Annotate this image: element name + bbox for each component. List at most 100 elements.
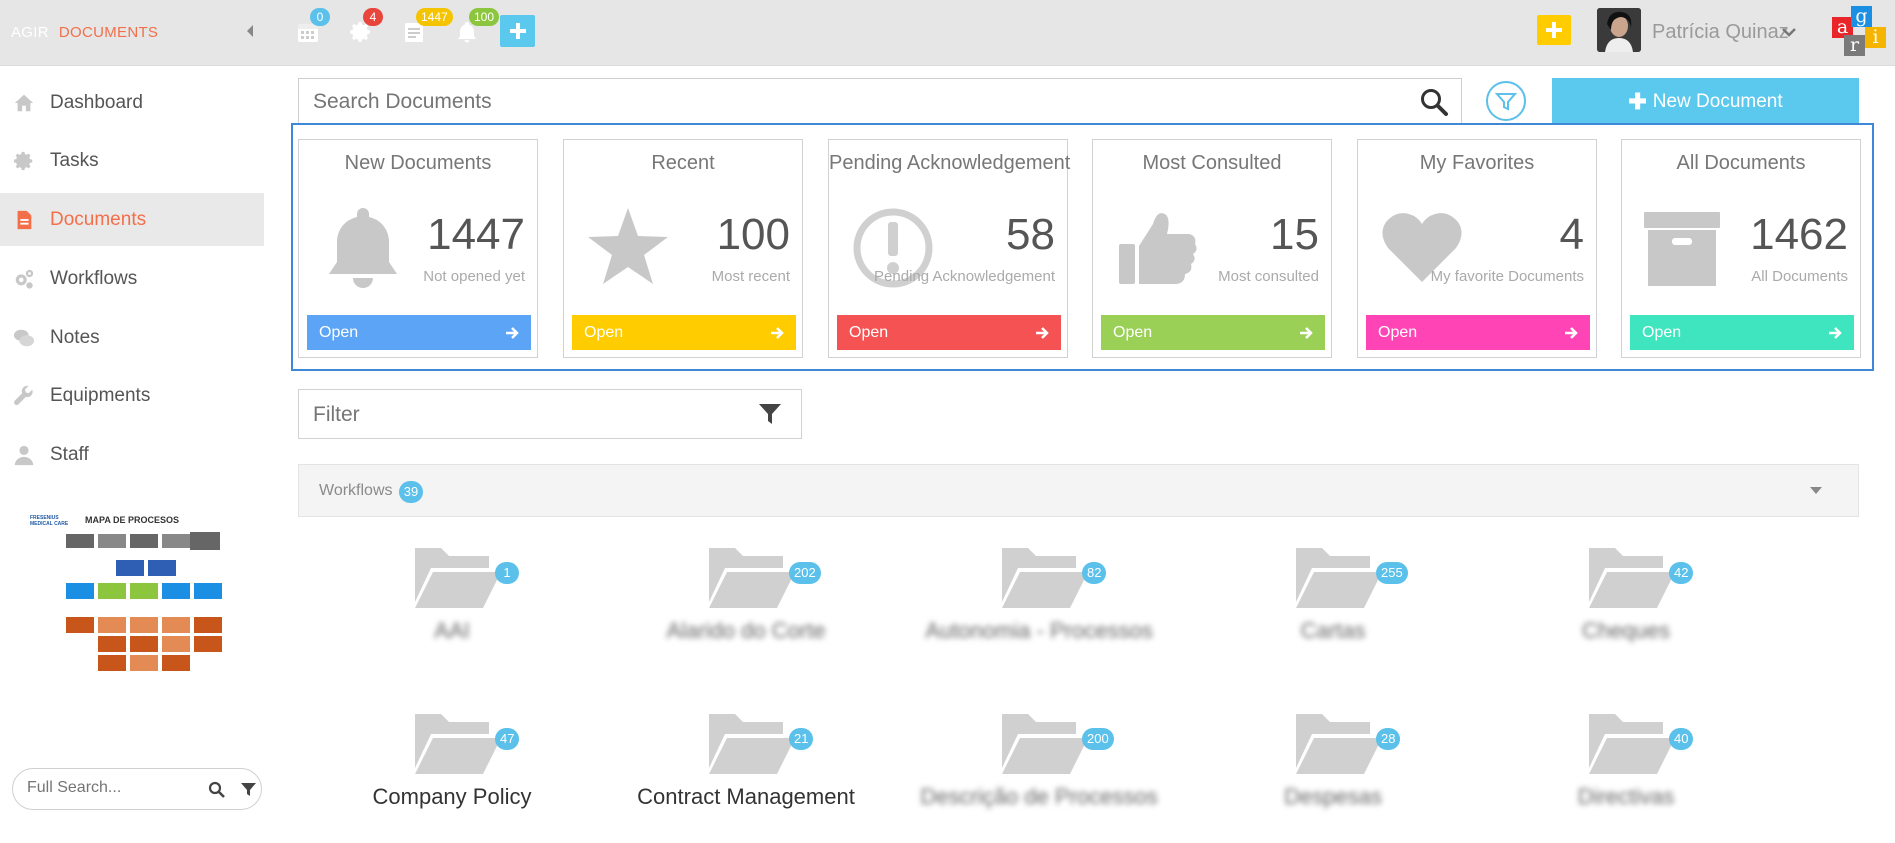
notifications-badge: 100: [469, 8, 500, 26]
full-search-input[interactable]: [27, 779, 187, 797]
calendar-button[interactable]: 0: [296, 8, 330, 46]
folder-name: AAI: [434, 618, 470, 643]
process-box: [66, 617, 94, 633]
caret-down-icon: [1810, 487, 1822, 494]
card-subtitle: Not opened yet: [423, 268, 525, 285]
folder-item[interactable]: 40 Directivas: [1506, 708, 1746, 838]
card-open-button[interactable]: Open: [1630, 315, 1854, 350]
card-subtitle: Most recent: [711, 268, 790, 285]
quick-add-button[interactable]: [500, 15, 535, 47]
folder-name: Descrição de Processos: [920, 784, 1158, 809]
documents-button[interactable]: 1447: [402, 8, 453, 46]
star-icon: [584, 204, 672, 294]
logo-tile-r: r: [1844, 35, 1865, 56]
folder-item[interactable]: 28 Despesas: [1213, 708, 1453, 838]
sidebar-item-equipments[interactable]: Equipments: [0, 369, 264, 422]
card-my-favorites: My Favorites 4 My favorite Documents Ope…: [1357, 139, 1597, 358]
tasks-badge: 4: [363, 8, 383, 26]
folder-open-icon: [705, 708, 797, 778]
create-button[interactable]: [1537, 15, 1571, 45]
process-box: [130, 534, 158, 548]
process-box: [98, 617, 126, 633]
folder-name: Company Policy: [372, 784, 532, 809]
filter-icon[interactable]: [240, 781, 257, 798]
process-map-title: MAPA DE PROCESOS: [85, 515, 180, 525]
card-open-button[interactable]: Open: [572, 315, 796, 350]
folder-item-company-policy[interactable]: 47 Company Policy: [332, 708, 572, 838]
process-box: [194, 636, 222, 652]
sidebar-item-label: Notes: [50, 326, 100, 348]
card-title: My Favorites: [1419, 152, 1535, 174]
folder-item[interactable]: 82 Autonomia - Processos: [919, 542, 1159, 672]
new-document-label: New Document: [1652, 90, 1783, 112]
sidebar-item-staff[interactable]: Staff: [0, 428, 264, 481]
card-open-button[interactable]: Open: [837, 315, 1061, 350]
folder-item[interactable]: 255 Cartas: [1213, 542, 1453, 672]
process-box: [116, 560, 144, 576]
arrow-right-icon: [771, 327, 784, 339]
logo-tile-g: g: [1851, 6, 1872, 27]
tasks-button[interactable]: 4: [349, 8, 383, 46]
search-documents-input[interactable]: [313, 90, 1313, 114]
plus-icon: [1546, 22, 1562, 38]
card-new-documents: New Documents 1447 Not opened yet Open: [298, 139, 538, 358]
search-icon[interactable]: [208, 781, 226, 799]
folder-count-badge: 82: [1082, 562, 1107, 584]
folder-item-contract-management[interactable]: 21 Contract Management: [626, 708, 866, 838]
sidebar-item-tasks[interactable]: Tasks: [0, 134, 264, 187]
process-box: [162, 655, 190, 671]
sidebar-item-label: Staff: [50, 443, 89, 465]
card-open-button[interactable]: Open: [1101, 315, 1325, 350]
open-label: Open: [849, 323, 889, 341]
sidebar: Dashboard Tasks Documents Workflows Note…: [0, 66, 264, 843]
process-box: [162, 636, 190, 652]
folder-item[interactable]: 202 Alarido do Corte: [626, 542, 866, 672]
plus-icon: [509, 23, 526, 39]
comments-icon: [12, 326, 36, 350]
sidebar-collapse-button[interactable]: [244, 23, 256, 39]
search-icon[interactable]: [1419, 87, 1449, 117]
filter-icon[interactable]: [757, 401, 783, 427]
sidebar-item-dashboard[interactable]: Dashboard: [0, 76, 264, 129]
process-box: [66, 583, 94, 599]
process-map-thumbnail[interactable]: FRESENIUS MEDICAL CARE MAPA DE PROCESOS: [18, 515, 228, 675]
user-name[interactable]: Patrícia Quinaz: [1652, 21, 1789, 44]
folder-count-badge: 42: [1669, 562, 1694, 584]
user-photo-icon: [1597, 8, 1641, 52]
open-label: Open: [1378, 323, 1418, 341]
folder-item[interactable]: 1 AAI: [332, 542, 572, 672]
calendar-badge: 0: [310, 8, 330, 26]
card-title: Most Consulted: [1142, 152, 1282, 174]
new-document-button[interactable]: ✚ New Document: [1552, 78, 1859, 125]
folder-count-badge: 255: [1376, 562, 1408, 584]
folder-filter: [298, 389, 802, 439]
app-brand[interactable]: AGIR DOCUMENTS: [11, 24, 158, 41]
folder-filter-input[interactable]: [313, 403, 733, 427]
folder-count-badge: 28: [1376, 728, 1401, 750]
folder-name: Cartas: [1300, 618, 1366, 643]
card-open-button[interactable]: Open: [307, 315, 531, 350]
documents-badge: 1447: [416, 8, 453, 26]
card-title: Pending Acknowledgement: [829, 152, 1071, 174]
folder-item[interactable]: 42 Cheques: [1506, 542, 1746, 672]
sidebar-item-workflows[interactable]: Workflows: [0, 252, 264, 305]
folder-name: Despesas: [1284, 784, 1382, 809]
sidebar-item-notes[interactable]: Notes: [0, 311, 264, 364]
user-avatar[interactable]: [1597, 8, 1641, 52]
notifications-button[interactable]: 100: [455, 8, 500, 46]
process-map-brand: FRESENIUS MEDICAL CARE: [30, 515, 69, 527]
folder-item[interactable]: 200 Descrição de Processos: [919, 708, 1159, 838]
sidebar-item-documents[interactable]: Documents: [0, 193, 264, 246]
advanced-filter-button[interactable]: [1486, 81, 1526, 121]
card-open-button[interactable]: Open: [1366, 315, 1590, 350]
gear-icon: [12, 149, 36, 173]
folder-count-badge: 21: [789, 728, 814, 750]
folder-count-badge: 40: [1669, 728, 1694, 750]
chevron-down-icon[interactable]: [1781, 24, 1797, 40]
brand-documents: DOCUMENTS: [58, 24, 159, 41]
filter-icon: [1495, 93, 1517, 111]
folder-name: Alarido do Corte: [666, 618, 826, 643]
workflows-count-badge: 39: [399, 481, 423, 503]
workflows-section-toggle[interactable]: Workflows 39: [298, 464, 1859, 517]
folder-open-icon: [1585, 542, 1677, 612]
